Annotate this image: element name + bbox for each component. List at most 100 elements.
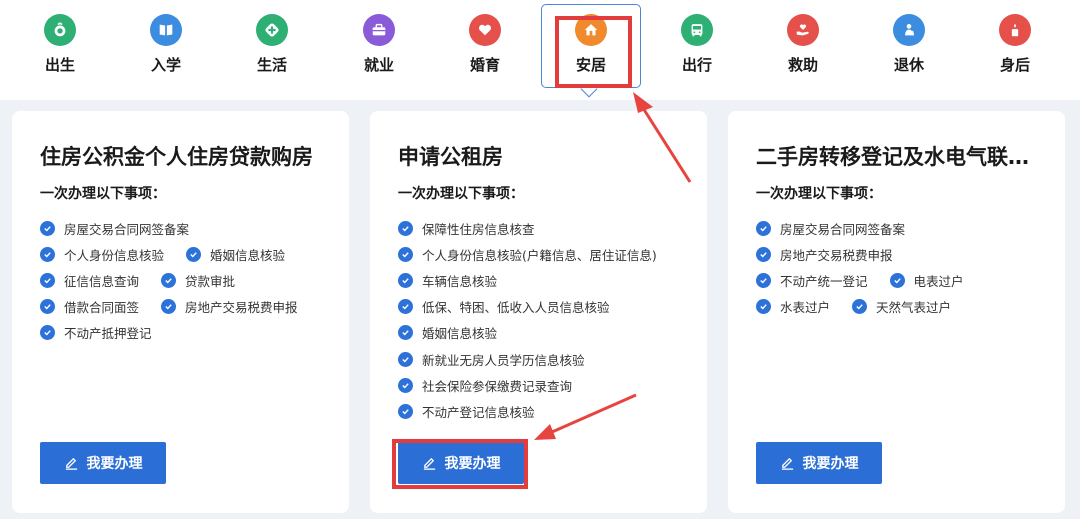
list-item: 车辆信息核验: [398, 271, 497, 290]
card-subtitle: 一次办理以下事项：: [756, 186, 882, 202]
category-employment[interactable]: 就业: [339, 14, 419, 84]
category-marriage[interactable]: 婚育: [445, 14, 525, 84]
card-subtitle: 一次办理以下事项：: [398, 186, 524, 202]
bus-icon: [681, 14, 713, 46]
list-item: 贷款审批: [161, 271, 235, 290]
category-label: 出生: [44, 56, 75, 74]
check-icon: [40, 272, 55, 288]
check-icon: [40, 325, 55, 341]
book-icon: [150, 14, 182, 46]
check-icon: [398, 272, 413, 288]
card-title: 申请公租房: [398, 145, 503, 169]
list-row: 个人身份信息核验(户籍信息、居住证信息): [398, 241, 697, 267]
category-retirement[interactable]: 退休: [869, 14, 949, 84]
check-icon: [756, 272, 771, 288]
list-item: 低保、特困、低收入人员信息核验: [398, 297, 610, 316]
edit-icon: [781, 457, 793, 470]
category-life[interactable]: 生活: [232, 14, 312, 84]
check-icon: [40, 299, 55, 315]
check-icon: [40, 246, 55, 262]
check-icon: [398, 351, 413, 367]
list-item: 水表过户: [756, 297, 830, 316]
list-item: 婚姻信息核验: [186, 245, 285, 264]
check-icon: [398, 377, 413, 393]
house-icon: [575, 14, 607, 46]
help-hand-icon: [787, 14, 819, 46]
retiree-icon: [893, 14, 925, 46]
list-item: 婚姻信息核验: [398, 323, 497, 342]
list-item: 借款合同面签: [40, 297, 139, 316]
card-item-list: 房屋交易合同网签备案 房地产交易税费申报 不动产统一登记 电表过户 水表过户 天…: [756, 215, 1055, 320]
check-icon: [756, 246, 771, 262]
candle-icon: [999, 14, 1031, 46]
category-birth[interactable]: 出生: [20, 14, 100, 84]
apply-button[interactable]: 我要办理: [756, 442, 882, 484]
list-item: 房屋交易合同网签备案: [40, 219, 189, 238]
list-row: 低保、特困、低收入人员信息核验: [398, 294, 697, 320]
list-row: 婚姻信息核验: [398, 320, 697, 346]
service-card-housing-fund-loan: 住房公积金个人住房贷款购房 一次办理以下事项： 房屋交易合同网签备案 个人身份信…: [12, 111, 349, 513]
briefcase-icon: [363, 14, 395, 46]
list-item: 社会保险参保缴费记录查询: [398, 376, 572, 395]
edit-icon: [65, 457, 77, 470]
apply-button[interactable]: 我要办理: [40, 442, 166, 484]
list-row: 新就业无房人员学历信息核验: [398, 346, 697, 372]
category-posthumous[interactable]: 身后: [975, 14, 1055, 84]
list-item: 房屋交易合同网签备案: [756, 219, 905, 238]
list-row: 不动产登记信息核验: [398, 398, 697, 424]
category-label: 出行: [681, 56, 712, 74]
list-row: 房地产交易税费申报: [756, 241, 1055, 267]
category-label: 退休: [893, 56, 924, 74]
apply-button-label: 我要办理: [444, 456, 501, 472]
list-item: 房地产交易税费申报: [756, 245, 893, 264]
check-icon: [40, 220, 55, 236]
list-item: 个人身份信息核验(户籍信息、居住证信息): [398, 245, 657, 264]
list-item: 房地产交易税费申报: [161, 297, 298, 316]
check-icon: [161, 272, 177, 288]
category-assistance[interactable]: 救助: [763, 14, 843, 84]
category-label: 生活: [256, 56, 287, 74]
category-school[interactable]: 入学: [126, 14, 206, 84]
check-icon: [398, 403, 413, 419]
list-row: 个人身份信息核验 婚姻信息核验: [40, 241, 339, 267]
check-icon: [398, 220, 413, 236]
check-icon: [852, 299, 868, 315]
apply-button-label: 我要办理: [86, 456, 143, 472]
list-item: 不动产抵押登记: [40, 323, 152, 342]
heart-icon: [469, 14, 501, 46]
check-icon: [398, 246, 413, 262]
check-icon: [398, 299, 413, 315]
list-row: 车辆信息核验: [398, 267, 697, 293]
category-label: 就业: [363, 56, 394, 74]
list-item: 征信信息查询: [40, 271, 139, 290]
list-row: 征信信息查询 贷款审批: [40, 267, 339, 293]
category-travel[interactable]: 出行: [657, 14, 737, 84]
list-row: 不动产抵押登记: [40, 320, 339, 346]
category-housing[interactable]: 安居: [551, 14, 631, 84]
list-item: 电表过户: [889, 271, 964, 290]
category-label: 入学: [150, 56, 181, 74]
list-item: 天然气表过户: [852, 297, 951, 316]
list-row: 借款合同面签 房地产交易税费申报: [40, 294, 339, 320]
list-item: 新就业无房人员学历信息核验: [398, 350, 585, 369]
baby-icon: [44, 14, 76, 46]
check-icon: [398, 325, 413, 341]
list-row: 房屋交易合同网签备案: [756, 215, 1055, 241]
service-card-secondhand-transfer: 二手房转移登记及水电气联… 一次办理以下事项： 房屋交易合同网签备案 房地产交易…: [728, 111, 1065, 513]
card-item-list: 保障性住房信息核查 个人身份信息核验(户籍信息、居住证信息) 车辆信息核验 低保…: [398, 215, 697, 425]
list-row: 不动产统一登记 电表过户: [756, 267, 1055, 293]
category-label: 身后: [999, 56, 1030, 74]
card-title: 二手房转移登记及水电气联…: [756, 145, 1029, 169]
check-icon: [161, 299, 177, 315]
apply-button-label: 我要办理: [802, 456, 859, 472]
apply-button[interactable]: 我要办理: [398, 442, 524, 484]
list-item: 不动产统一登记: [756, 271, 868, 290]
check-icon: [756, 299, 771, 315]
list-row: 保障性住房信息核查: [398, 215, 697, 241]
card-subtitle: 一次办理以下事项：: [40, 186, 166, 202]
check-icon: [186, 246, 202, 262]
list-item: 保障性住房信息核查: [398, 219, 535, 238]
check-icon: [756, 220, 771, 236]
list-item: 个人身份信息核验: [40, 245, 164, 264]
category-label: 救助: [787, 56, 818, 74]
